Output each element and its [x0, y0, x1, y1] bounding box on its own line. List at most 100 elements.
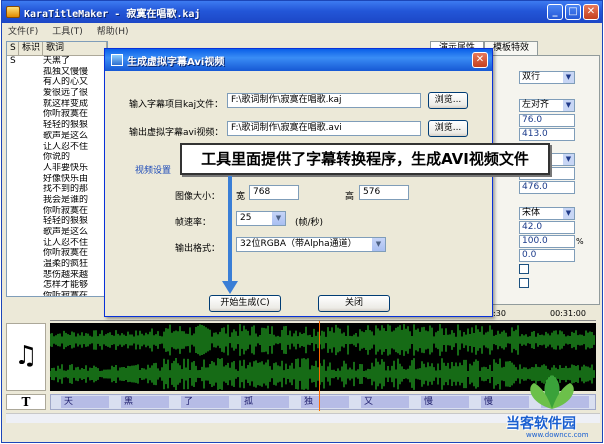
lyric-row-id — [19, 152, 43, 163]
lyric-row[interactable]: 怎样才能够 — [7, 280, 107, 291]
lyric-row-text: 爱很远了很 — [43, 88, 89, 99]
lyric-row[interactable]: 好像快乐由 — [7, 174, 107, 185]
start-generate-button[interactable]: 开始生成(C) — [209, 295, 281, 312]
maximize-button[interactable]: □ — [565, 4, 581, 20]
lyric-row-id — [19, 56, 43, 67]
output-file-field[interactable]: F:\歌词制作\寂寞在唱歌.avi — [227, 121, 421, 136]
app-icon — [6, 6, 20, 18]
font-select[interactable]: 宋体 — [519, 207, 575, 220]
lyric-row[interactable]: 你听寂寞在 — [7, 206, 107, 217]
scale-field[interactable]: 100.0 — [519, 235, 575, 248]
chevron-down-icon[interactable]: ▼ — [272, 212, 285, 225]
lyric-row[interactable]: S 天黑了 — [7, 56, 107, 67]
align-select[interactable]: 左对齐 — [519, 99, 575, 112]
lyric-row-text: 温柔的疯狂 — [43, 259, 89, 270]
lyric-row-status — [7, 120, 19, 131]
chevron-down-icon[interactable]: ▼ — [372, 238, 385, 251]
pos-x-field[interactable]: 76.0 — [519, 114, 575, 127]
dialog-titlebar[interactable]: 生成虚拟字幕Avi视频 ✕ — [105, 49, 492, 71]
lyric-block[interactable]: 孤 — [241, 396, 289, 408]
lyric-row-text: 好像快乐由 — [43, 173, 89, 184]
browse-output-button[interactable]: 浏览... — [428, 120, 468, 137]
lyric-row[interactable]: 你听寂寞在 — [7, 109, 107, 120]
lyric-row-id — [19, 238, 43, 249]
lyric-row[interactable]: 歌声是这么 — [7, 131, 107, 142]
close-button[interactable]: ✕ — [583, 4, 599, 20]
output-format-select[interactable]: 32位RGBA（带Alpha通道） ▼ — [236, 237, 386, 252]
lyric-row-id — [19, 280, 43, 291]
lyric-row-status — [7, 216, 19, 227]
lyric-row-id — [19, 142, 43, 153]
font-size-field[interactable]: 42.0 — [519, 221, 575, 234]
dialog-title: 生成虚拟字幕Avi视频 — [127, 56, 225, 68]
main-titlebar[interactable]: KaraTitleMaker - 寂寞在唱歌.kaj _ □ ✕ — [2, 1, 602, 23]
width-label: 宽 — [236, 192, 246, 202]
lyric-row-status — [7, 163, 19, 174]
lyric-block[interactable]: 独 — [301, 396, 349, 408]
lyric-row[interactable]: 爱很远了很 — [7, 88, 107, 99]
width-field[interactable]: 768 — [249, 185, 299, 200]
lyric-row[interactable]: 找不到的那 — [7, 184, 107, 195]
lyric-block[interactable]: 天 — [61, 396, 109, 408]
playhead[interactable] — [319, 321, 320, 411]
dialog-close-text-button[interactable]: 关闭 — [318, 295, 390, 312]
col-lyric[interactable]: 歌词 — [43, 42, 107, 55]
lyric-row[interactable]: 轻轻的狠狠 — [7, 216, 107, 227]
pos-y2-field[interactable]: 476.0 — [519, 181, 575, 194]
lyric-row-status — [7, 142, 19, 153]
option-checkbox-2[interactable] — [519, 278, 529, 288]
pos-y-field[interactable]: 413.0 — [519, 128, 575, 141]
option-checkbox-1[interactable] — [519, 264, 529, 274]
browse-input-button[interactable]: 浏览... — [428, 92, 468, 109]
menu-file[interactable]: 文件(F) — [8, 24, 38, 37]
lyric-row-id — [19, 291, 43, 296]
window-title: KaraTitleMaker - 寂寞在唱歌.kaj — [24, 8, 201, 20]
lyric-row[interactable]: 你说的 — [7, 152, 107, 163]
lyric-row[interactable]: 让人忍不住 — [7, 238, 107, 249]
lyric-row[interactable]: 让人忍不住 — [7, 142, 107, 153]
fps-unit: (帧/秒) — [295, 218, 324, 228]
col-s[interactable]: S — [7, 42, 19, 55]
lyric-row[interactable]: 你听寂寞在 — [7, 248, 107, 259]
layout-select[interactable]: 双行 — [519, 71, 575, 84]
lyric-row-status — [7, 77, 19, 88]
text-track-icon: T — [6, 394, 46, 410]
generate-avi-dialog: 生成虚拟字幕Avi视频 ✕ 输入字幕项目kaj文件： F:\歌词制作\寂寞在唱歌… — [104, 48, 493, 317]
watermark-url: www.downcc.com — [526, 431, 589, 439]
lyric-row[interactable]: 人非要快乐 — [7, 163, 107, 174]
lyric-row[interactable]: 孤独又慢慢 — [7, 67, 107, 78]
lyric-list[interactable]: S 标识 歌词 S 天黑了 孤独又慢慢 有人的心又 爱很远了很 就这样变成 你听寂寞在 轻轻的… — [6, 41, 108, 297]
lyric-row[interactable]: 我会是谁的 — [7, 195, 107, 206]
lyric-row-id — [19, 120, 43, 131]
lyric-row-text: 你听寂寞在 — [43, 109, 89, 120]
menu-tools[interactable]: 工具(T) — [52, 24, 83, 37]
lyric-row[interactable]: 悲伤越来越 — [7, 270, 107, 281]
minimize-button[interactable]: _ — [547, 4, 563, 20]
watermark-logo-icon — [530, 375, 574, 409]
lyric-row-status — [7, 131, 19, 142]
lyric-row-status — [7, 238, 19, 249]
lyric-row[interactable]: 就这样变成 — [7, 99, 107, 110]
lyric-row-text: 怎样才能够 — [43, 280, 89, 291]
lyric-row[interactable]: 轻轻的狠狠 — [7, 120, 107, 131]
spacing-field[interactable]: 0.0 — [519, 249, 575, 262]
lyric-block[interactable]: 了 — [181, 396, 229, 408]
lyric-row-status — [7, 184, 19, 195]
lyric-row-status — [7, 109, 19, 120]
lyric-block[interactable]: 黑 — [121, 396, 169, 408]
lyric-row-id — [19, 174, 43, 185]
lyric-row[interactable]: 温柔的疯狂 — [7, 259, 107, 270]
scale-unit: % — [576, 237, 584, 246]
lyric-row[interactable]: 歌声是这么 — [7, 227, 107, 238]
menu-help[interactable]: 帮助(H) — [97, 24, 129, 37]
height-field[interactable]: 576 — [359, 185, 409, 200]
col-id[interactable]: 标识 — [19, 42, 43, 55]
lyric-row-id — [19, 67, 43, 78]
dialog-close-button[interactable]: ✕ — [472, 52, 488, 68]
lyric-block[interactable]: 慢 — [421, 396, 469, 408]
lyric-block[interactable]: 又 — [361, 396, 409, 408]
input-file-field[interactable]: F:\歌词制作\寂寞在唱歌.kaj — [227, 93, 421, 108]
lyric-row[interactable]: 你听寂寞在 — [7, 291, 107, 296]
fps-select[interactable]: 25 ▼ — [236, 211, 286, 226]
lyric-row[interactable]: 有人的心又 — [7, 77, 107, 88]
